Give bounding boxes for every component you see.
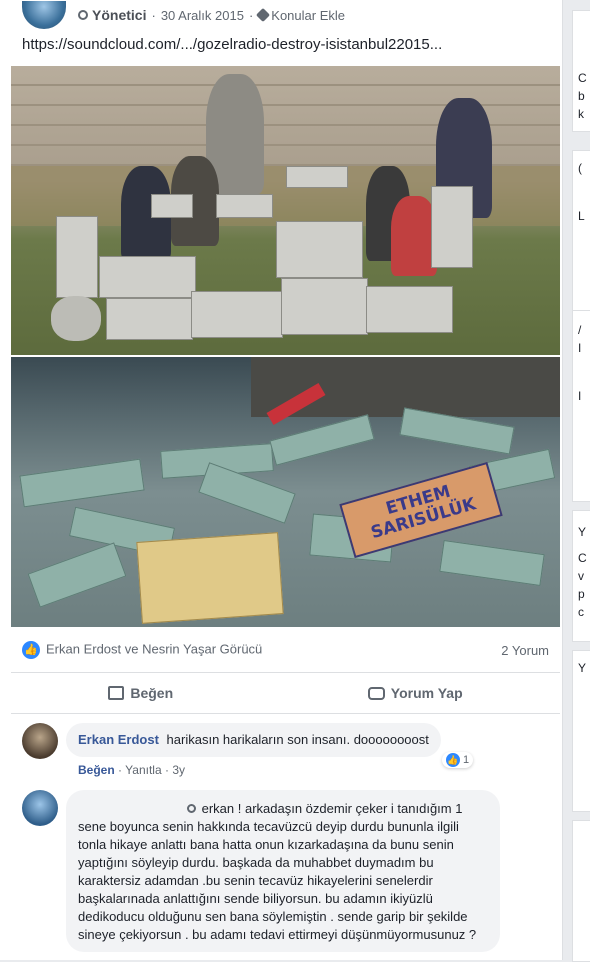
post-photo-rubble-sign[interactable]: ETHEM SARISÜLÜK — [11, 357, 560, 627]
comment-icon — [367, 686, 385, 700]
post-date[interactable]: 30 Aralık 2015 — [161, 8, 244, 23]
sidebar-text: C — [578, 551, 587, 565]
sidebar-text: v — [578, 569, 584, 583]
cinder-block — [281, 278, 368, 335]
sidebar-text: c — [578, 605, 584, 619]
rock — [51, 296, 101, 341]
tag-icon — [256, 7, 271, 23]
reaction-names-group[interactable]: 👍 Erkan Erdost ve Nesrin Yaşar Görücü — [22, 641, 262, 659]
commenter-avatar[interactable] — [22, 723, 58, 759]
post-photo-children-blocks[interactable] — [11, 66, 560, 355]
cinder-block — [216, 194, 273, 218]
comment-author[interactable]: Erkan Erdost — [78, 732, 159, 747]
like-button-label: Beğen — [130, 685, 174, 701]
add-topics-link[interactable]: Konular Ekle — [271, 8, 345, 23]
admin-shield-icon — [186, 804, 196, 813]
comment-item: Erkan Erdost harikasın harikaların son i… — [22, 723, 441, 777]
comment-text: harikasın harikaların son insanı. dooooo… — [166, 732, 429, 747]
comment-like-link[interactable]: Beğen — [78, 763, 115, 777]
sidebar-card: Y C v p c — [572, 510, 590, 642]
commenter-avatar[interactable] — [22, 790, 58, 826]
comment-item: erkan ! arkadaşın özdemir çeker i tanıdı… — [22, 790, 500, 952]
cinder-block — [286, 166, 348, 188]
rubble-slab — [269, 414, 375, 466]
like-button[interactable]: Beğen — [108, 685, 173, 701]
comment-reaction-count[interactable]: 👍 1 — [442, 752, 474, 768]
sidebar-text: p — [578, 587, 585, 601]
cinder-block — [106, 298, 193, 340]
post-meta: Yönetici · 30 Aralık 2015 · Konular Ekle — [78, 7, 345, 23]
sidebar-text: Y — [578, 661, 587, 675]
sidebar-text: ( — [578, 161, 582, 175]
comment-text: erkan ! arkadaşın özdemir çeker i tanıdı… — [78, 801, 477, 942]
comment-button[interactable]: Yorum Yap — [367, 685, 463, 701]
reaction-count-value: 1 — [463, 754, 470, 766]
sidebar-card: ( L — [572, 150, 590, 312]
reaction-summary: 👍 Erkan Erdost ve Nesrin Yaşar Görücü 2 Y… — [22, 638, 549, 662]
page-avatar[interactable] — [22, 1, 66, 29]
sidebar-card: / I I — [572, 310, 590, 502]
cinder-block — [99, 256, 196, 298]
cinder-block — [276, 221, 363, 278]
separator: · — [151, 7, 156, 23]
thumbs-up-icon: 👍 — [446, 753, 460, 767]
sidebar-text: b — [578, 89, 585, 103]
role-label: Yönetici — [92, 7, 147, 23]
thumbs-up-icon: 👍 — [22, 641, 40, 659]
admin-shield-icon — [78, 10, 88, 20]
post-link[interactable]: https://soundcloud.com/.../gozelradio-de… — [22, 36, 442, 53]
sidebar-card: Y — [572, 650, 590, 812]
sidebar-card — [572, 820, 590, 962]
comment-age[interactable]: 3y — [172, 763, 185, 777]
comment-reply-link[interactable]: Yanıtla — [125, 763, 161, 777]
post-card: Yönetici · 30 Aralık 2015 · Konular Ekle… — [0, 0, 563, 960]
sidebar-text: I — [578, 341, 582, 355]
cinder-block — [431, 186, 473, 268]
sidebar-card: C b k — [572, 10, 590, 132]
rubble-slab — [27, 542, 127, 608]
cinder-block — [56, 216, 98, 298]
cinder-block — [191, 291, 283, 338]
wall-row — [11, 66, 560, 86]
sidebar-text: / — [578, 323, 582, 337]
action-bar: Beğen Yorum Yap — [11, 672, 560, 714]
rubble-slab — [439, 540, 545, 586]
wooden-pallet — [136, 532, 284, 624]
sidebar-text: I — [578, 389, 582, 403]
post-header: Yönetici · 30 Aralık 2015 · Konular Ekle — [22, 0, 345, 30]
sidebar-text: k — [578, 107, 584, 121]
like-icon — [108, 686, 125, 700]
cinder-block — [366, 286, 453, 333]
separator: · — [118, 763, 123, 777]
comment-count[interactable]: 2 Yorum — [501, 643, 549, 658]
rubble-slab — [19, 458, 145, 508]
comment-bubble: erkan ! arkadaşın özdemir çeker i tanıdı… — [66, 790, 500, 952]
separator: · — [248, 7, 254, 23]
comment-actions: Beğen · Yanıtla · 3y — [78, 763, 441, 777]
sidebar-text: L — [578, 209, 585, 223]
reaction-names[interactable]: Erkan Erdost ve Nesrin Yaşar Görücü — [46, 641, 262, 656]
sidebar-text: Y — [578, 525, 587, 539]
sidebar-text: C — [578, 71, 587, 85]
cinder-block — [151, 194, 193, 218]
comment-bubble: Erkan Erdost harikasın harikaların son i… — [66, 723, 441, 757]
separator: · — [164, 763, 169, 777]
ethem-sign: ETHEM SARISÜLÜK — [339, 461, 503, 559]
comment-button-label: Yorum Yap — [390, 685, 463, 701]
right-sidebar: C b k ( L / I I Y C v p c Y — [566, 0, 590, 962]
